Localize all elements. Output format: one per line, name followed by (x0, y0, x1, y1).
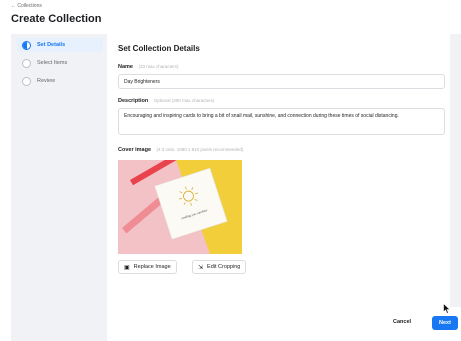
cover-image-label: Cover image (118, 147, 152, 153)
cover-image-preview: sending you sunshine (118, 160, 242, 254)
cover-image-photo: sending you sunshine (118, 160, 242, 254)
steps-sidebar: Set Details Select Items Review (11, 34, 107, 341)
name-hint: (33 max characters) (138, 64, 179, 69)
replace-image-label: Replace Image (133, 264, 171, 270)
image-icon: ▣ (124, 264, 130, 271)
edit-cropping-label: Edit Cropping (207, 264, 241, 270)
collection-details-card: Set Collection Details Name (33 max char… (107, 34, 450, 307)
name-field-label: Name (33 max characters) (118, 64, 179, 70)
description-hint: Optional (300 max characters) (153, 98, 215, 103)
cover-image-hint: (4:3 ratio, 1080 x 810 pixels recommende… (156, 147, 244, 152)
footer-bar: Cancel Next (107, 307, 461, 341)
back-to-collections-link[interactable]: ← Collections (11, 3, 42, 9)
step-progress-icon (22, 58, 31, 68)
mouse-pointer-icon (443, 303, 451, 314)
page-header: ← Collections Create Collection (0, 0, 461, 32)
description-input[interactable]: Encouraging and inspiring cards to bring… (118, 108, 445, 135)
step-progress-icon (22, 40, 31, 50)
next-button[interactable]: Next (432, 316, 458, 330)
step-label: Select Items (37, 60, 68, 66)
step-label: Set Details (37, 42, 66, 48)
description-field-label: Description Optional (300 max characters… (118, 98, 214, 104)
section-title: Set Collection Details (118, 44, 200, 53)
description-label: Description (118, 98, 149, 104)
step-review[interactable]: Review (17, 74, 103, 88)
cancel-button[interactable]: Cancel (393, 319, 411, 325)
step-progress-icon (22, 76, 31, 86)
crop-icon: ⇲ (198, 264, 204, 271)
cover-image-field-label: Cover image (4:3 ratio, 1080 x 810 pixel… (118, 147, 243, 153)
step-label: Review (37, 78, 56, 84)
replace-image-button[interactable]: ▣ Replace Image (118, 260, 177, 274)
main-content: Set Collection Details Name (33 max char… (107, 34, 461, 341)
step-select-items[interactable]: Select Items (17, 56, 103, 70)
name-label: Name (118, 64, 133, 70)
step-set-details[interactable]: Set Details (17, 38, 103, 52)
edit-cropping-button[interactable]: ⇲ Edit Cropping (192, 260, 247, 274)
page-title: Create Collection (11, 13, 102, 25)
name-input[interactable]: Day Brighteners (118, 74, 445, 89)
